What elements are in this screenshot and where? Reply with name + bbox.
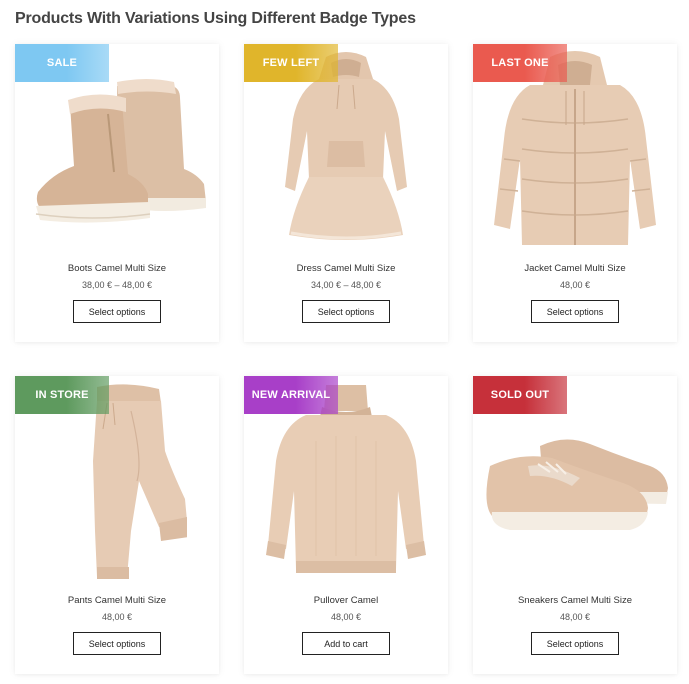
select-options-button[interactable]: Select options <box>531 632 619 655</box>
product-name[interactable]: Jacket Camel Multi Size <box>473 263 677 274</box>
product-card-sneakers: SOLD OUT Sneakers Camel Multi Size 48,00… <box>473 376 677 674</box>
product-name[interactable]: Pants Camel Multi Size <box>15 595 219 606</box>
product-price: 48,00 € <box>101 612 133 622</box>
sneakers-icon <box>486 439 668 530</box>
product-price: 38,00 € – 48,00 € <box>81 280 153 290</box>
select-options-button[interactable]: Select options <box>73 632 161 655</box>
badge-few-left: FEW LEFT <box>244 44 338 82</box>
product-name[interactable]: Sneakers Camel Multi Size <box>473 595 677 606</box>
product-card-boots: SALE Boots Camel Multi Size 38,00 € – 48… <box>15 44 219 342</box>
product-name[interactable]: Dress Camel Multi Size <box>244 263 448 274</box>
product-card-pants: IN STORE Pants Camel Multi Size 48,00 € … <box>15 376 219 674</box>
badge-last-one: LAST ONE <box>473 44 567 82</box>
product-card-pullover: NEW ARRIVAL Pullover Camel 48,00 € Add t… <box>244 376 448 674</box>
badge-new-arrival: NEW ARRIVAL <box>244 376 338 414</box>
page-title: Products With Variations Using Different… <box>15 10 416 27</box>
product-name[interactable]: Boots Camel Multi Size <box>15 263 219 274</box>
select-options-button[interactable]: Select options <box>73 300 161 323</box>
badge-sold-out: SOLD OUT <box>473 376 567 414</box>
product-price: 34,00 € – 48,00 € <box>310 280 382 290</box>
select-options-button[interactable]: Select options <box>531 300 619 323</box>
boots-icon <box>35 79 206 223</box>
product-price: 48,00 € <box>559 612 591 622</box>
product-price: 48,00 € <box>330 612 362 622</box>
select-options-button[interactable]: Select options <box>302 300 390 323</box>
product-name[interactable]: Pullover Camel <box>244 595 448 606</box>
badge-sale: SALE <box>15 44 109 82</box>
product-price: 48,00 € <box>559 280 591 290</box>
product-card-dress: FEW LEFT Dress Camel Multi Size 34,00 € … <box>244 44 448 342</box>
add-to-cart-button[interactable]: Add to cart <box>302 632 390 655</box>
product-card-jacket: LAST ONE Jacket Camel Multi Size 48,00 €… <box>473 44 677 342</box>
badge-in-store: IN STORE <box>15 376 109 414</box>
